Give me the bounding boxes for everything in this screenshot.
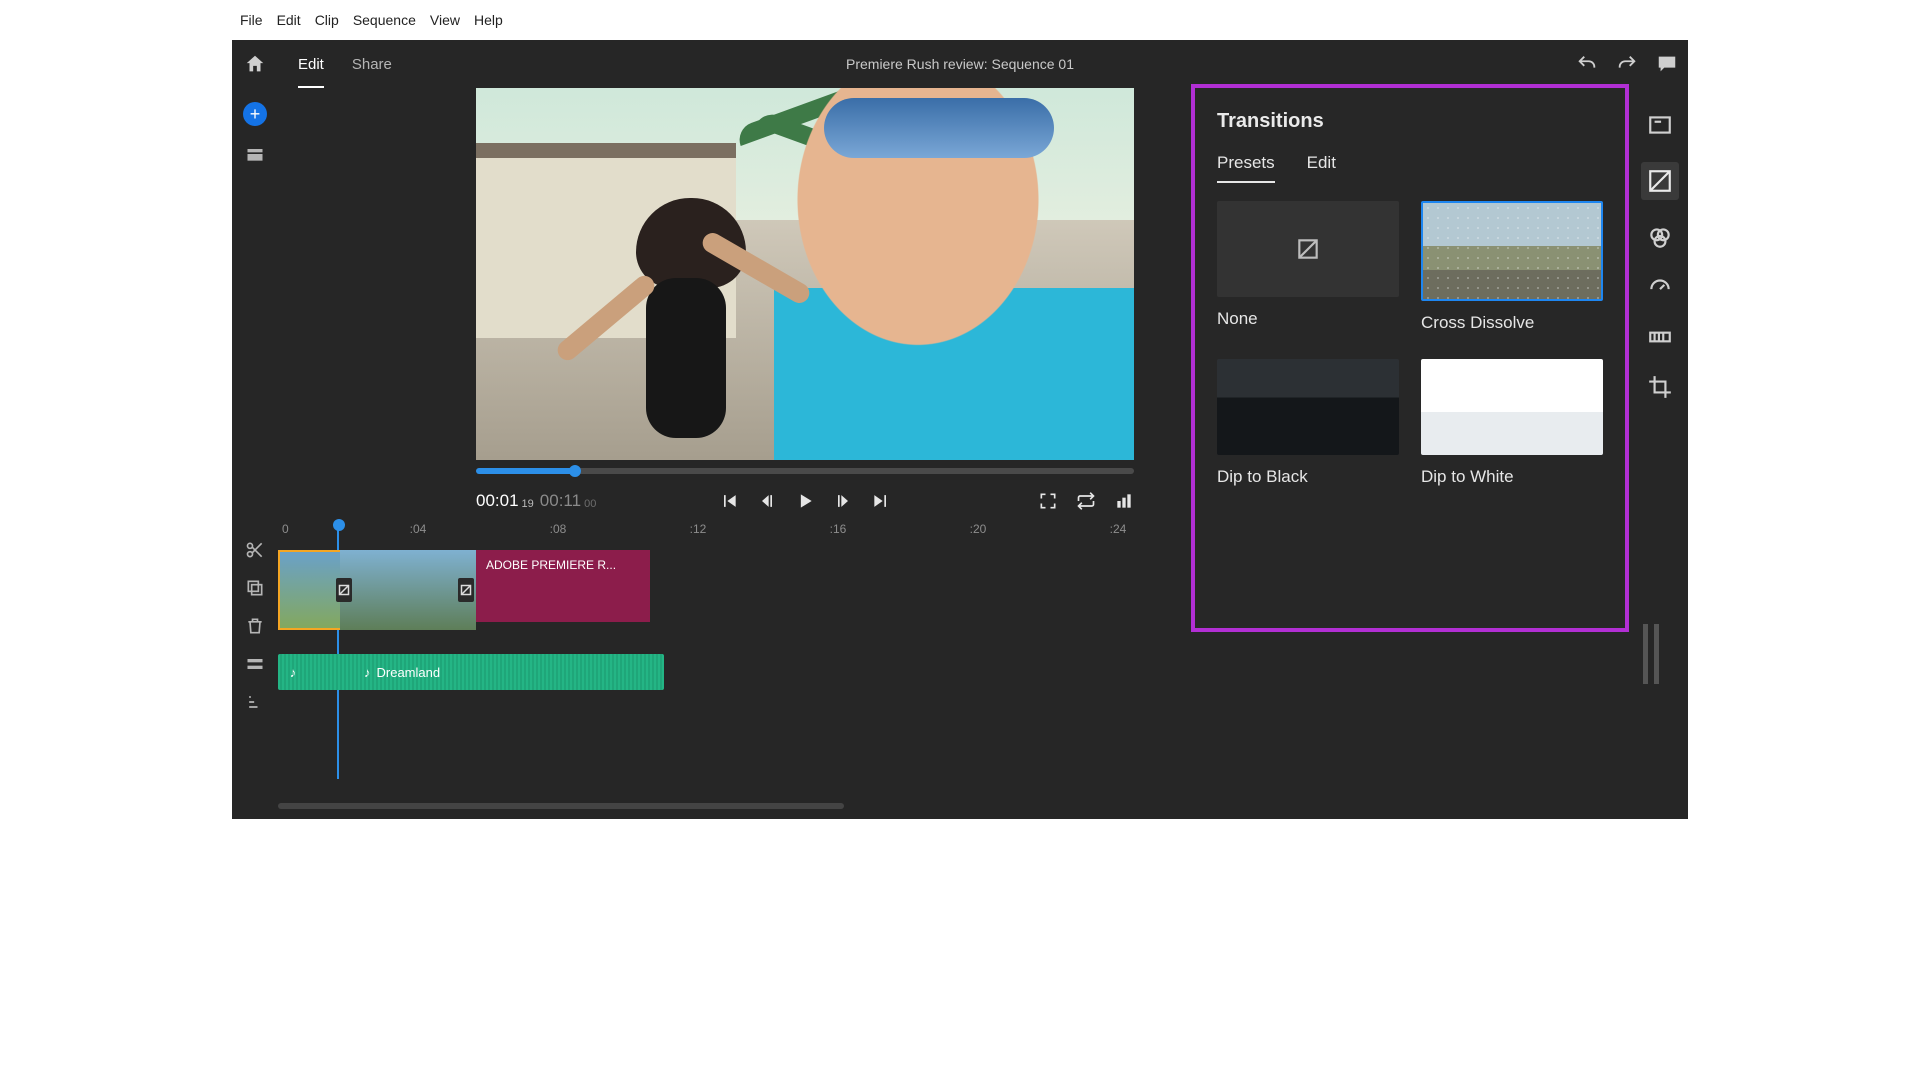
levels-icon[interactable]: [1114, 491, 1134, 511]
go-end-icon[interactable]: [871, 491, 891, 511]
app-header: Edit Share Premiere Rush review: Sequenc…: [232, 40, 1688, 88]
go-start-icon[interactable]: [719, 491, 739, 511]
panel-tab-presets[interactable]: Presets: [1217, 153, 1275, 183]
menu-clip[interactable]: Clip: [313, 10, 341, 30]
trash-icon[interactable]: [245, 616, 265, 636]
panel-tab-edit[interactable]: Edit: [1307, 153, 1336, 183]
transition-badge-icon[interactable]: [336, 578, 352, 602]
ruler-mark: :04: [410, 522, 427, 536]
track-height-icon[interactable]: [245, 692, 265, 712]
music-icon: ♪: [364, 665, 371, 680]
label-none: None: [1217, 309, 1399, 329]
step-fwd-icon[interactable]: [833, 491, 853, 511]
crop-tool-icon[interactable]: [1647, 374, 1673, 400]
redo-icon[interactable]: [1616, 53, 1638, 75]
ruler-mark: :16: [830, 522, 847, 536]
ruler-mark: :12: [690, 522, 707, 536]
ruler-mark: 0: [282, 522, 289, 536]
ruler-mark: :08: [550, 522, 567, 536]
label-dip-black: Dip to Black: [1217, 467, 1399, 487]
os-menubar: File Edit Clip Sequence View Help: [232, 0, 1688, 40]
video-clip-2[interactable]: [340, 550, 476, 630]
music-icon: ♪: [278, 665, 308, 680]
video-track[interactable]: ADOBE PREMIERE R...: [278, 550, 1328, 630]
tab-share[interactable]: Share: [338, 40, 406, 88]
duplicate-icon[interactable]: [245, 578, 265, 598]
title-clip-label: ADOBE PREMIERE R...: [486, 558, 616, 572]
video-frame[interactable]: [476, 88, 1134, 460]
transitions-tool-icon[interactable]: [1641, 162, 1679, 200]
chat-icon[interactable]: [1656, 53, 1678, 75]
tab-edit[interactable]: Edit: [284, 40, 338, 88]
time-current: 00:01: [476, 491, 519, 511]
thumb-cross-dissolve: [1421, 201, 1603, 301]
menu-help[interactable]: Help: [472, 10, 505, 30]
home-icon: [244, 53, 266, 75]
time-current-frames: 19: [522, 498, 534, 510]
thumb-dip-black: [1217, 359, 1399, 455]
speed-tool-icon[interactable]: [1647, 274, 1673, 300]
transition-dip-to-black[interactable]: Dip to Black: [1217, 359, 1399, 487]
play-icon[interactable]: [795, 491, 815, 511]
thumb-none: [1217, 201, 1399, 297]
audio-tool-icon[interactable]: [1647, 324, 1673, 350]
step-back-icon[interactable]: [757, 491, 777, 511]
playhead-handle[interactable]: [333, 519, 345, 531]
ruler-mark: :24: [1110, 522, 1127, 536]
transition-none[interactable]: None: [1217, 201, 1399, 333]
undo-icon[interactable]: [1576, 53, 1598, 75]
video-preview: 00:01 19 00:11 00: [476, 88, 1134, 518]
thumb-dip-white: [1421, 359, 1603, 455]
ruler-mark: :20: [970, 522, 987, 536]
label-dip-white: Dip to White: [1421, 467, 1603, 487]
video-clip-1[interactable]: [278, 550, 340, 630]
color-tool-icon[interactable]: [1647, 224, 1673, 250]
menu-sequence[interactable]: Sequence: [351, 10, 418, 30]
transition-badge-icon[interactable]: [458, 578, 474, 602]
audio-clip[interactable]: ♪ ♪ Dreamland: [278, 654, 664, 690]
project-panel-icon[interactable]: [245, 144, 265, 164]
scrub-handle[interactable]: [569, 465, 581, 477]
titles-tool-icon[interactable]: [1647, 112, 1673, 138]
transition-dip-to-white[interactable]: Dip to White: [1421, 359, 1603, 487]
label-cross-dissolve: Cross Dissolve: [1421, 313, 1603, 333]
menu-file[interactable]: File: [238, 10, 265, 30]
timeline[interactable]: 0 :04 :08 :12 :16 :20 :24 ADO: [278, 520, 1328, 819]
audio-clip-label: Dreamland: [377, 665, 441, 680]
home-button[interactable]: [232, 53, 278, 75]
time-ruler[interactable]: 0 :04 :08 :12 :16 :20 :24: [278, 520, 1328, 544]
scrub-bar[interactable]: [476, 468, 1134, 474]
fullscreen-icon[interactable]: [1038, 491, 1058, 511]
title-clip[interactable]: ADOBE PREMIERE R...: [476, 550, 650, 622]
time-duration: 00:11: [540, 491, 581, 511]
time-duration-frames: 00: [584, 498, 596, 510]
audio-meter: [1640, 624, 1670, 684]
panel-title: Transitions: [1217, 110, 1603, 133]
menu-view[interactable]: View: [428, 10, 462, 30]
transition-cross-dissolve[interactable]: Cross Dissolve: [1421, 201, 1603, 333]
scissors-icon[interactable]: [245, 540, 265, 560]
project-title: Premiere Rush review: Sequence 01: [846, 56, 1074, 72]
add-media-button[interactable]: +: [243, 102, 267, 126]
right-tool-rail: [1632, 88, 1688, 819]
loop-icon[interactable]: [1076, 491, 1096, 511]
tracks-toggle-icon[interactable]: [245, 654, 265, 674]
menu-edit[interactable]: Edit: [275, 10, 303, 30]
timeline-scrollbar[interactable]: [278, 803, 844, 809]
left-toolbar: +: [232, 88, 278, 819]
